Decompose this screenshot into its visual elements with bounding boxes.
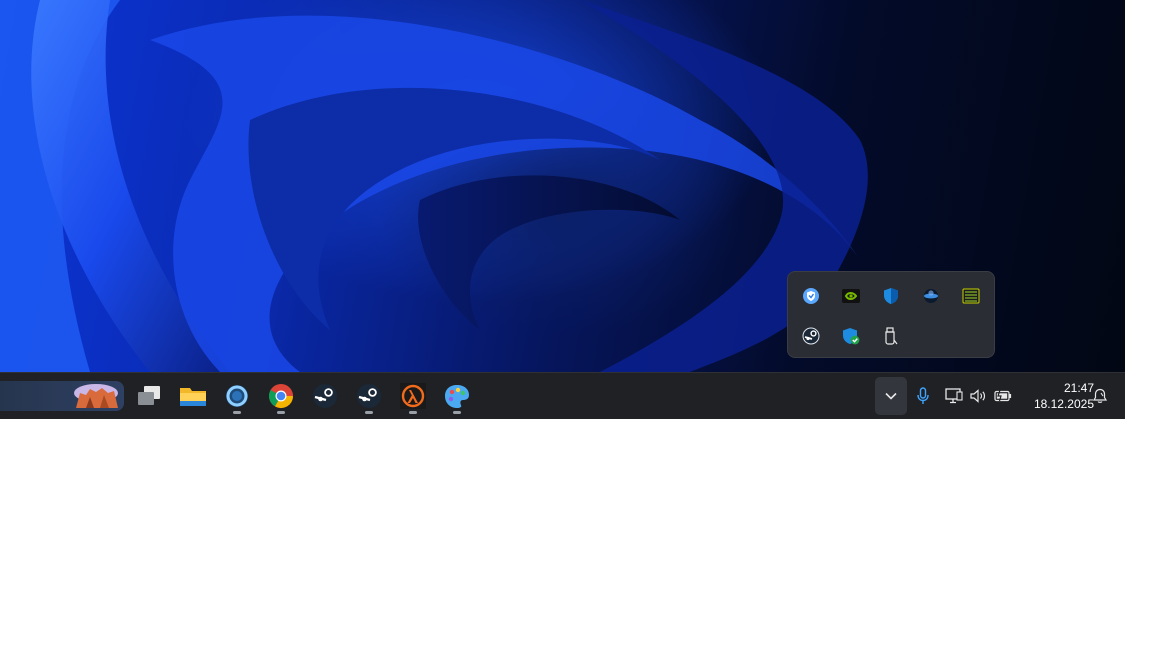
- widgets-button[interactable]: [0, 381, 124, 411]
- battery-icon[interactable]: [993, 385, 1013, 407]
- running-indicator: [453, 411, 461, 414]
- vpn-shield-icon[interactable]: [791, 276, 831, 316]
- nvidia-icon[interactable]: [831, 276, 871, 316]
- weather-canyon-icon: [74, 384, 118, 408]
- half-life-icon[interactable]: [395, 377, 431, 415]
- microphone-icon[interactable]: [913, 385, 933, 407]
- paint-icon[interactable]: [439, 377, 475, 415]
- taskbar: 21:47 18.12.2025: [0, 372, 1125, 419]
- running-indicator: [233, 411, 241, 414]
- running-indicator: [409, 411, 417, 414]
- chevron-up-icon: [885, 392, 897, 400]
- volume-icon[interactable]: [968, 385, 988, 407]
- clock-date: 18.12.2025: [1033, 397, 1094, 411]
- running-indicator: [365, 411, 373, 414]
- show-hidden-icons-button[interactable]: [875, 377, 907, 415]
- tray-overflow-flyout: [787, 271, 995, 358]
- steam-icon[interactable]: [791, 316, 831, 356]
- security-check-icon[interactable]: [831, 316, 871, 356]
- steelseries-orb-icon[interactable]: [911, 276, 951, 316]
- notification-bell-icon[interactable]: [1090, 385, 1110, 407]
- usb-drive-icon[interactable]: [871, 316, 911, 356]
- file-explorer-icon[interactable]: [175, 377, 211, 415]
- network-icon[interactable]: [944, 385, 964, 407]
- app-ring-icon[interactable]: [219, 377, 255, 415]
- clock[interactable]: 21:47 18.12.2025: [1018, 380, 1094, 412]
- steam-icon[interactable]: [307, 377, 343, 415]
- clock-time: 21:47: [1063, 381, 1094, 395]
- chrome-icon[interactable]: [263, 377, 299, 415]
- task-view-icon[interactable]: [131, 377, 167, 415]
- steam-icon[interactable]: [351, 377, 387, 415]
- hardware-monitor-icon[interactable]: [951, 276, 991, 316]
- running-indicator: [277, 411, 285, 414]
- defender-shield-icon[interactable]: [871, 276, 911, 316]
